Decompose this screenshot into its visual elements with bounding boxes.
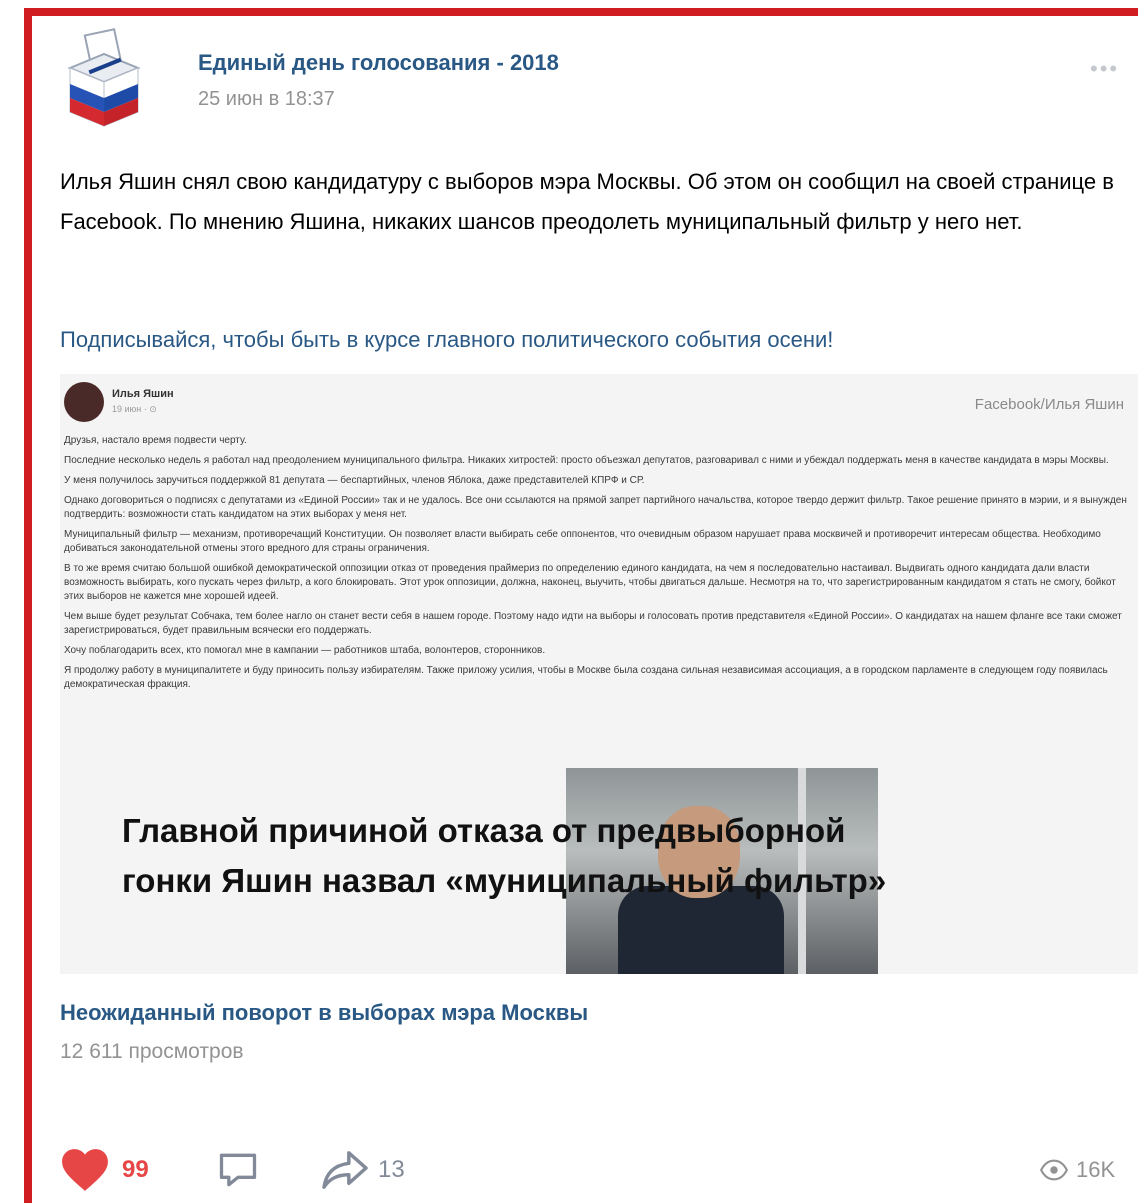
- fb-author-avatar: [64, 382, 104, 422]
- post-text: Илья Яшин снял свою кандидатуру с выборо…: [60, 169, 1114, 234]
- post-date[interactable]: 25 июн в 18:37: [198, 88, 335, 111]
- headline-line: гонки Яшин назвал «муниципальный фильтр»: [122, 862, 887, 899]
- fb-paragraph: Я продолжу работу в муниципалитете и буд…: [64, 665, 1108, 690]
- eye-icon: [1040, 1159, 1068, 1181]
- video-attachment[interactable]: Илья Яшин 19 июн · ⊙ Facebook/Илья Яшин …: [60, 374, 1138, 974]
- share-button[interactable]: 13: [322, 1146, 405, 1194]
- share-count: 13: [378, 1156, 405, 1183]
- fb-post-body: Друзья, настало время подвести черту. По…: [64, 434, 1134, 698]
- subscribe-link[interactable]: Подписывайся, чтобы быть в курсе главног…: [60, 320, 1128, 360]
- more-icon[interactable]: •••: [1090, 56, 1119, 82]
- fb-paragraph: Последние несколько недель я работал над…: [64, 455, 1109, 466]
- comment-icon: [219, 1153, 257, 1187]
- fb-post-meta: 19 июн · ⊙: [112, 404, 157, 414]
- views-indicator: 16K: [1040, 1146, 1115, 1194]
- fb-paragraph: У меня получилось заручиться поддержкой …: [64, 475, 645, 486]
- comment-button[interactable]: [216, 1146, 260, 1194]
- video-title-link[interactable]: Неожиданный поворот в выборах мэра Москв…: [60, 1000, 588, 1026]
- fb-paragraph: Однако договориться о подписях с депутат…: [64, 495, 1127, 520]
- fb-paragraph: Чем выше будет результат Собчака, тем бо…: [64, 611, 1122, 636]
- fb-author-name: Илья Яшин: [112, 388, 174, 400]
- video-views: 12 611 просмотров: [60, 1040, 244, 1063]
- fb-paragraph: В то же время считаю большой ошибкой дем…: [64, 563, 1116, 602]
- fb-source-label: Facebook/Илья Яшин: [974, 396, 1124, 413]
- group-name-link[interactable]: Единый день голосования - 2018: [198, 50, 559, 76]
- like-button[interactable]: 99: [60, 1146, 149, 1194]
- heart-icon: [62, 1149, 108, 1191]
- fb-paragraph: Хочу поблагодарить всех, кто помогал мне…: [64, 645, 546, 656]
- group-avatar[interactable]: [52, 28, 156, 132]
- fb-paragraph: Друзья, настало время подвести черту.: [64, 435, 247, 446]
- views-count: 16K: [1076, 1157, 1116, 1182]
- like-count: 99: [122, 1156, 149, 1183]
- headline-line: Главной причиной отказа от предвыборной: [122, 812, 846, 849]
- share-icon: [322, 1151, 368, 1189]
- fb-paragraph: Муниципальный фильтр — механизм, противо…: [64, 529, 1101, 554]
- post-actions: 99 13 16K: [60, 1146, 1132, 1194]
- video-headline: Главной причиной отказа от предвыборной …: [122, 806, 1102, 906]
